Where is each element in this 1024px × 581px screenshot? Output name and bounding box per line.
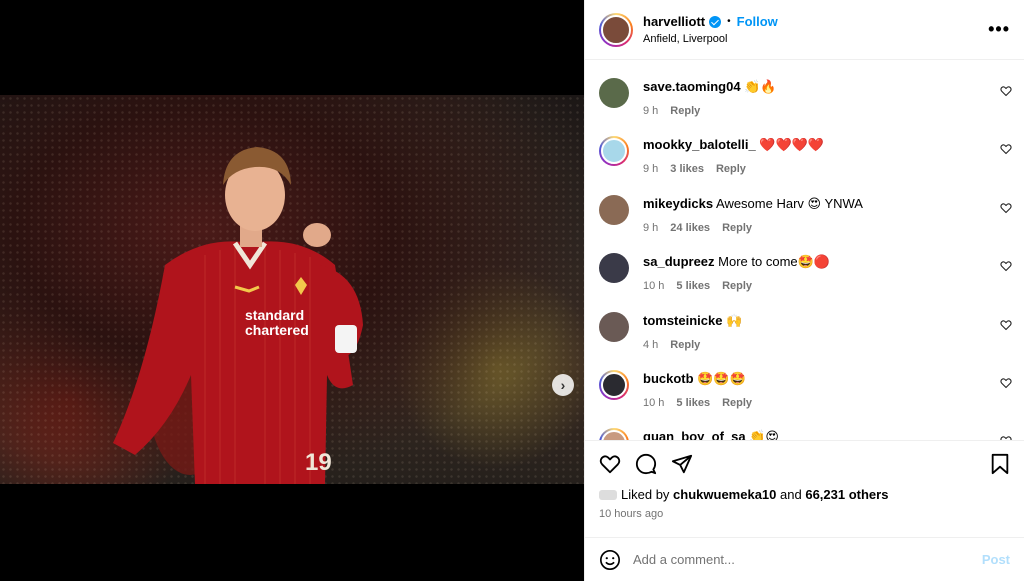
header-separator: •	[727, 16, 731, 27]
comment-meta: 10 h 5 likes Reply	[643, 397, 1008, 409]
comment-time[interactable]: 10 h	[643, 397, 664, 409]
share-icon[interactable]	[671, 453, 693, 475]
next-photo-button[interactable]: ›	[552, 374, 574, 396]
commenter-username[interactable]: tomsteinicke	[643, 313, 722, 328]
commenter-avatar[interactable]	[599, 194, 629, 225]
commenter-username[interactable]: mikeydicks	[643, 196, 713, 211]
comments-list: save.taoming04 👏🔥 9 h Reply mookky_balot…	[585, 60, 1024, 441]
reply-button[interactable]: Reply	[722, 280, 752, 292]
commenter-avatar[interactable]	[599, 253, 629, 284]
commenter-avatar[interactable]	[599, 428, 629, 440]
liker-username[interactable]: chukwuemeka10	[673, 487, 776, 502]
comment-time[interactable]: 9 h	[643, 105, 658, 117]
emoji-icon[interactable]	[599, 549, 621, 571]
comment-like-icon[interactable]	[1000, 85, 1012, 97]
comment-meta: 9 h Reply	[643, 105, 1008, 117]
comment-likes[interactable]: 3 likes	[670, 163, 704, 175]
comment-meta: 4 h Reply	[643, 339, 1008, 351]
comment-time[interactable]: 9 h	[643, 163, 658, 175]
action-bar	[585, 441, 1024, 487]
reply-button[interactable]: Reply	[722, 222, 752, 234]
comment-meta: 9 h 24 likes Reply	[643, 222, 1008, 234]
like-icon[interactable]	[599, 453, 621, 475]
reply-button[interactable]: Reply	[716, 163, 746, 175]
author-username[interactable]: harvelliott	[643, 14, 705, 29]
reply-button[interactable]: Reply	[722, 397, 752, 409]
reply-button[interactable]: Reply	[670, 339, 700, 351]
commenter-username[interactable]: save.taoming04	[643, 79, 741, 94]
liker-avatar	[599, 489, 617, 500]
post-location[interactable]: Anfield, Liverpool	[643, 33, 778, 45]
comment-meta: 10 h 5 likes Reply	[643, 280, 1008, 292]
comment-row: sa_dupreez More to come🤩🔴 10 h 5 likes R…	[585, 253, 1024, 311]
follow-button[interactable]: Follow	[737, 14, 778, 29]
likes-middle: and	[780, 487, 802, 502]
comment-text: 👏🔥	[740, 79, 777, 94]
media-pane: standard chartered 19 ›	[0, 0, 584, 581]
author-avatar[interactable]	[599, 12, 633, 47]
commenter-username[interactable]: sa_dupreez	[643, 254, 715, 269]
comment-text: 🙌	[722, 312, 743, 328]
comment-input[interactable]: Add a comment...	[633, 552, 982, 567]
svg-text:standard: standard	[245, 307, 304, 323]
comment-like-icon[interactable]	[1000, 377, 1012, 389]
comment-text: Awesome Harv 😍 YNWA	[713, 195, 863, 211]
comment-likes[interactable]: 5 likes	[676, 280, 710, 292]
comment-row: mookky_balotelli_ ❤️❤️❤️❤️ 9 h 3 likes R…	[585, 136, 1024, 194]
comment-likes[interactable]: 24 likes	[670, 222, 710, 234]
comment-text: ❤️❤️❤️❤️	[755, 137, 825, 153]
commenter-avatar[interactable]	[599, 311, 629, 342]
comment-row: mikeydicks Awesome Harv 😍 YNWA 9 h 24 li…	[585, 194, 1024, 253]
comment-time[interactable]: 9 h	[643, 222, 658, 234]
comment-row: quan_boy_of_sa 👏😍	[585, 428, 1024, 441]
commenter-username[interactable]: buckotb	[643, 371, 694, 386]
comment-like-icon[interactable]	[1000, 319, 1012, 331]
more-options-icon[interactable]: •••	[988, 19, 1010, 40]
comment-text: 👏😍	[745, 429, 779, 441]
svg-text:chartered: chartered	[245, 322, 309, 338]
player-figure: standard chartered 19	[113, 147, 363, 484]
reply-button[interactable]: Reply	[670, 105, 700, 117]
commenter-username[interactable]: quan_boy_of_sa	[643, 429, 746, 440]
comment-text: 🤩🤩🤩	[693, 370, 746, 386]
comment-row: buckotb 🤩🤩🤩 10 h 5 likes Reply	[585, 369, 1024, 428]
verified-icon	[709, 15, 722, 28]
post-header: harvelliott • Follow Anfield, Liverpool …	[585, 0, 1024, 60]
likes-summary: Liked by chukwuemeka10 and 66,231 others	[585, 487, 1024, 502]
comment-like-icon[interactable]	[1000, 143, 1012, 155]
post-comment-button[interactable]: Post	[982, 552, 1010, 567]
post-panel: harvelliott • Follow Anfield, Liverpool …	[584, 0, 1024, 581]
comment-row: save.taoming04 👏🔥 9 h Reply	[585, 78, 1024, 136]
likes-prefix: Liked by	[621, 487, 670, 502]
bookmark-icon[interactable]	[990, 453, 1010, 475]
post-timestamp[interactable]: 10 hours ago	[585, 502, 1024, 520]
comment-time[interactable]: 4 h	[643, 339, 658, 351]
comment-time[interactable]: 10 h	[643, 280, 664, 292]
comment-likes[interactable]: 5 likes	[676, 397, 710, 409]
add-comment-bar: Add a comment... Post	[585, 537, 1024, 581]
post-viewer: standard chartered 19 › harvelliott • Fo…	[0, 0, 1024, 581]
comment-like-icon[interactable]	[1000, 260, 1012, 272]
svg-text:19: 19	[305, 449, 332, 476]
commenter-avatar[interactable]	[599, 369, 629, 400]
comment-icon[interactable]	[635, 453, 657, 475]
post-photo[interactable]: standard chartered 19 ›	[0, 95, 584, 484]
commenter-avatar[interactable]	[599, 78, 629, 108]
likes-count[interactable]: 66,231 others	[805, 487, 888, 502]
commenter-avatar[interactable]	[599, 136, 629, 167]
commenter-username[interactable]: mookky_balotelli_	[643, 137, 756, 152]
comment-like-icon[interactable]	[1000, 202, 1012, 214]
comment-row: tomsteinicke 🙌 4 h Reply	[585, 311, 1024, 370]
comment-text: More to come🤩🔴	[714, 254, 831, 270]
comment-meta: 9 h 3 likes Reply	[643, 163, 1008, 175]
